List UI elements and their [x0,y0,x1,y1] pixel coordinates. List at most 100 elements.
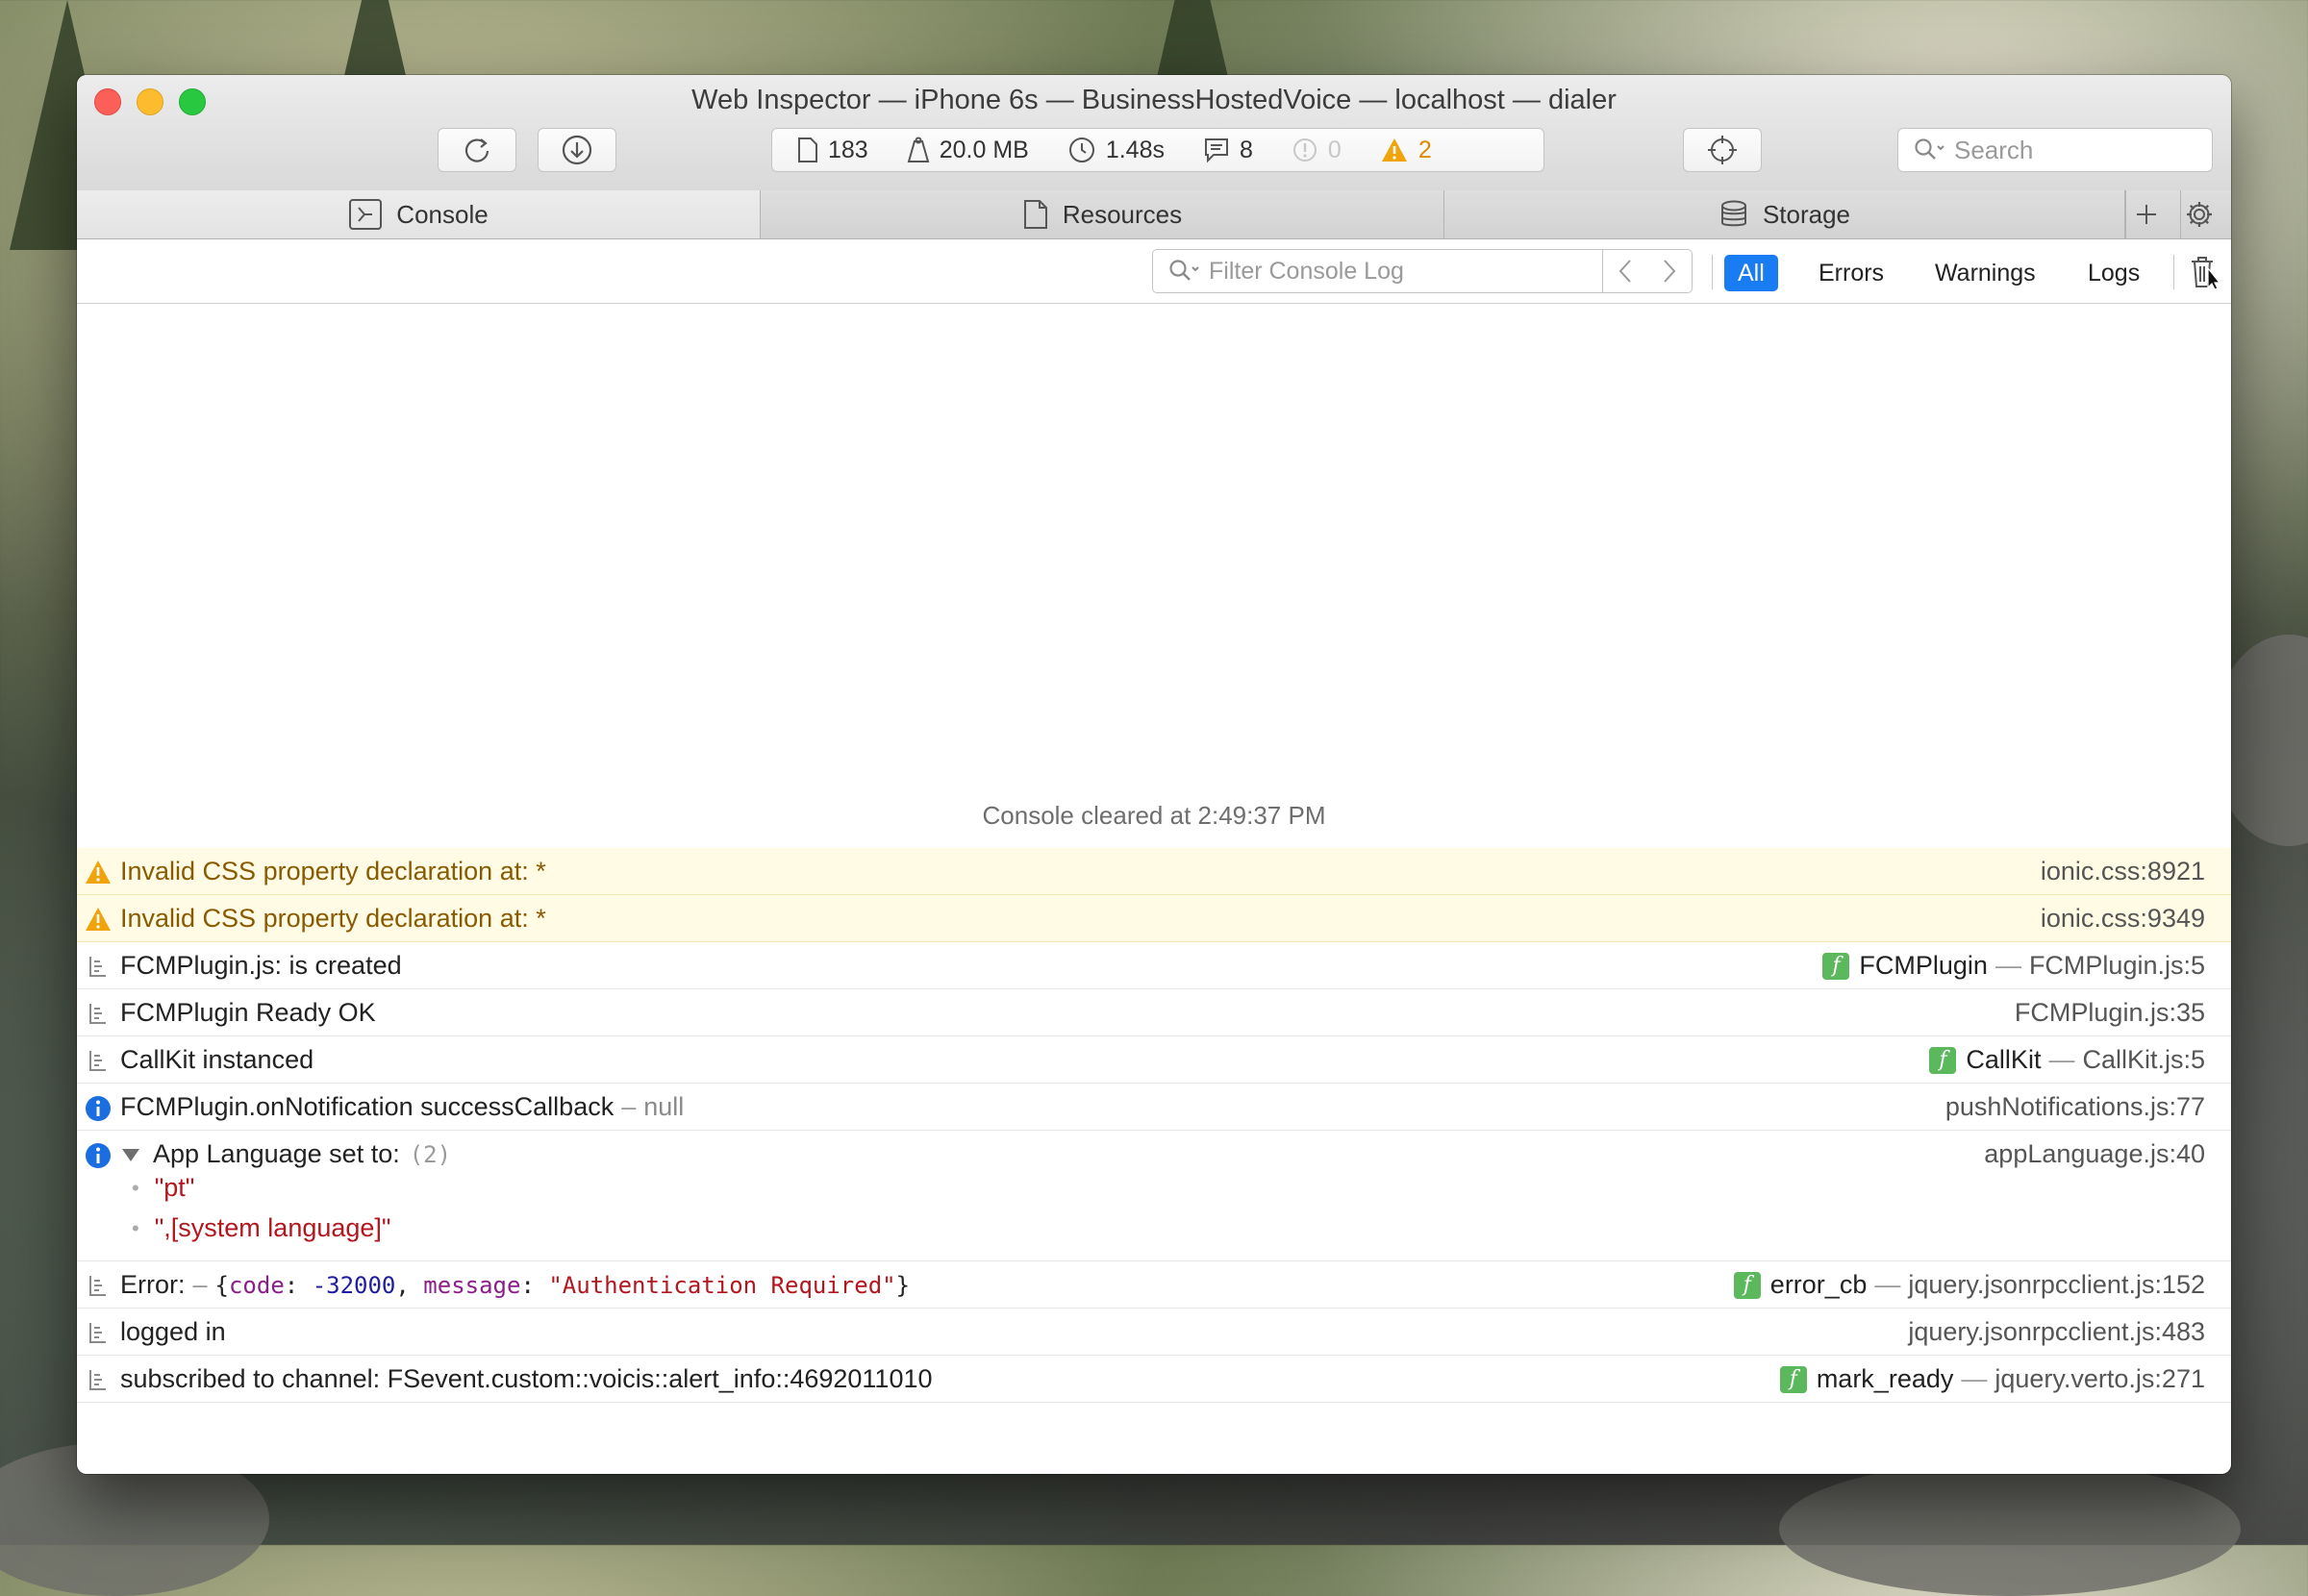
source-location: f CallKit — CallKit.js:5 [1929,1036,2205,1084]
tab-console-label: Console [396,199,489,229]
source-link[interactable]: pushNotifications.js:77 [1945,1084,2205,1131]
tab-bar: Console Resources Storage [77,190,2231,239]
console-cleared-message: Console cleared at 2:49:37 PM [982,801,1326,830]
filter-logs-button[interactable]: Logs [2088,255,2140,291]
tab-resources-label: Resources [1062,199,1183,229]
message-text: App Language set to: (2) [120,1131,451,1178]
errors-count-value: 0 [1327,136,1342,163]
separator: — [1961,1364,1988,1393]
object-preview[interactable]: {code: -32000, message: "Authentication … [215,1272,911,1299]
dashboard[interactable]: 183 20.0 MB 1.48s 8 0 2 [771,128,1544,172]
database-icon [1720,200,1746,227]
filter-placeholder: Filter Console Log [1209,257,1404,285]
info-icon [86,1143,111,1168]
clock-icon [1068,137,1094,162]
inspect-element-button[interactable] [1683,128,1762,172]
resources-count-value: 183 [828,136,868,163]
titlebar: Web Inspector — iPhone 6s — BusinessHost… [77,75,2231,191]
source-link[interactable]: CallKit.js:5 [2082,1045,2205,1075]
object-value: "Authentication Required" [548,1271,896,1299]
memory-value: 20.0 MB [939,136,1029,163]
function-name[interactable]: mark_ready [1817,1364,1954,1394]
filter-errors-button[interactable]: Errors [1819,255,1884,291]
message-text: FCMPlugin Ready OK [120,998,376,1027]
tab-storage[interactable]: Storage [1444,190,2125,238]
object-key: code [228,1271,285,1299]
source-link[interactable]: ionic.css:8921 [2041,848,2205,895]
source-link[interactable]: ionic.css:9349 [2041,895,2205,942]
function-name[interactable]: CallKit [1966,1045,2041,1075]
filter-console-input[interactable]: Filter Console Log [1152,249,1693,293]
reload-button[interactable] [438,128,516,172]
download-button[interactable] [538,128,616,172]
divider [1712,255,1713,289]
search-input[interactable]: Search [1897,128,2213,172]
warnings-count[interactable]: 2 [1380,137,1432,164]
tab-resources[interactable]: Resources [761,190,1444,238]
message-text: Invalid CSS property declaration at: * [120,857,546,885]
window-title: Web Inspector — iPhone 6s — BusinessHost… [691,85,1617,115]
function-name[interactable]: FCMPlugin [1859,951,1988,981]
reload-icon [464,138,489,162]
console-message-log[interactable]: Error: – {code: -32000, message: "Authen… [77,1261,2231,1309]
function-icon: f [1822,952,1850,980]
chevron-right-icon[interactable] [1662,258,1677,285]
array-value: "pt" [154,1173,195,1202]
memory-usage[interactable]: 20.0 MB [907,137,1029,164]
object-key: message [423,1271,521,1299]
load-time-value: 1.48s [1105,136,1165,163]
console-log: Invalid CSS property declaration at: * i… [77,848,2231,1403]
console-message-log[interactable]: FCMPlugin.js: is created f FCMPlugin — F… [77,942,2231,989]
tab-console[interactable]: Console [77,190,761,238]
console-message-log[interactable]: FCMPlugin Ready OK FCMPlugin.js:35 [77,989,2231,1036]
array-value: ",[system language]" [154,1213,391,1242]
message-text: logged in [120,1317,226,1346]
log-icon [89,957,106,977]
search-icon [1169,260,1199,281]
errors-count[interactable]: 0 [1292,137,1342,164]
warning-icon [86,860,111,884]
chevron-left-icon[interactable] [1618,258,1633,285]
log-icon [89,1370,106,1390]
download-icon [562,135,592,165]
console-message-warning[interactable]: Invalid CSS property declaration at: * i… [77,848,2231,895]
filter-all-button[interactable]: All [1724,255,1778,291]
trash-icon[interactable] [2189,255,2221,289]
source-link[interactable]: FCMPlugin.js:35 [2015,989,2205,1036]
console-message-info[interactable]: App Language set to: (2) appLanguage.js:… [77,1131,2231,1261]
disclosure-triangle-down-icon[interactable] [120,1146,141,1163]
weight-icon [907,137,930,162]
load-time[interactable]: 1.48s [1067,136,1165,164]
resources-count[interactable]: 183 [797,137,868,164]
console-message-info[interactable]: FCMPlugin.onNotification successCallback… [77,1084,2231,1131]
console-filter-bar: Filter Console Log All Errors Warnings L… [77,239,2231,304]
function-name[interactable]: error_cb [1770,1270,1868,1300]
search-icon [1915,138,1944,160]
array-item: • "pt" [132,1173,194,1203]
source-link[interactable]: jquery.verto.js:271 [1994,1364,2205,1394]
logs-count-value: 8 [1240,136,1253,163]
object-value: -32000 [312,1271,396,1299]
settings-button[interactable] [2181,190,2231,238]
separator: – [621,1092,637,1121]
crosshair-icon [1708,136,1737,164]
console-message-log[interactable]: subscribed to channel: FSevent.custom::v… [77,1356,2231,1403]
console-message-warning[interactable]: Invalid CSS property declaration at: * i… [77,895,2231,942]
warning-icon [1381,138,1407,162]
console-message-log[interactable]: CallKit instanced f CallKit — CallKit.js… [77,1036,2231,1084]
filter-field[interactable]: Filter Console Log [1153,258,1602,286]
console-message-log[interactable]: logged in jquery.jsonrpcclient.js:483 [77,1309,2231,1356]
new-tab-button[interactable] [2125,190,2181,238]
source-link[interactable]: appLanguage.js:40 [1984,1131,2205,1178]
source-link[interactable]: jquery.jsonrpcclient.js:483 [1908,1309,2205,1356]
logs-count[interactable]: 8 [1203,137,1253,164]
info-icon [86,1096,111,1121]
tab-storage-label: Storage [1762,199,1851,229]
filter-warnings-button[interactable]: Warnings [1935,255,2036,291]
message-text: FCMPlugin.onNotification successCallback… [120,1084,684,1131]
source-link[interactable]: FCMPlugin.js:5 [2029,951,2205,981]
separator: — [1994,951,2021,980]
array-count: (2) [409,1140,452,1168]
source-link[interactable]: jquery.jsonrpcclient.js:152 [1908,1270,2205,1300]
divider [2173,255,2174,289]
